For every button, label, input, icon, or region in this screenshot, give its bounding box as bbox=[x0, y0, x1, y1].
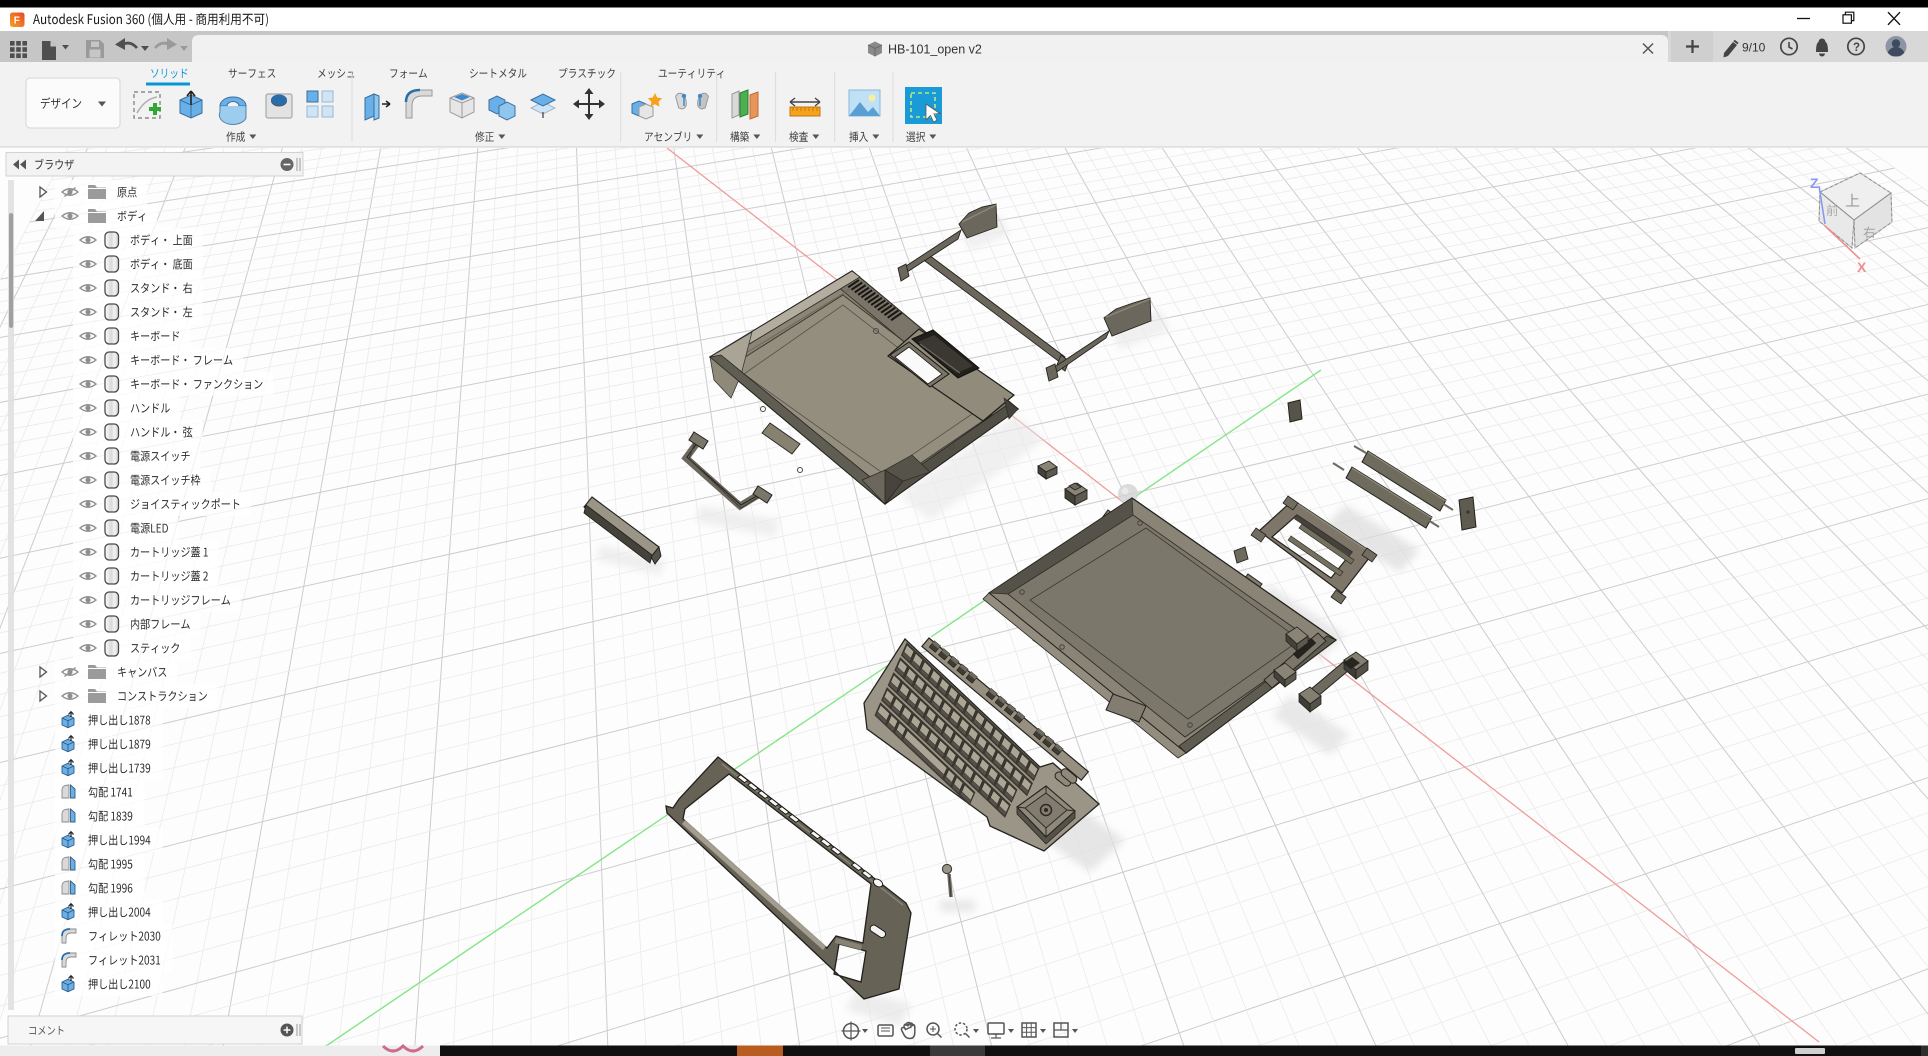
svg-text:?: ? bbox=[1853, 42, 1860, 54]
svg-text:X: X bbox=[1857, 259, 1867, 275]
svg-text:9/10: 9/10 bbox=[1742, 41, 1766, 55]
svg-text:HB-101_open v2: HB-101_open v2 bbox=[888, 43, 982, 57]
svg-text:Z: Z bbox=[1810, 175, 1819, 191]
svg-text:F: F bbox=[14, 16, 20, 27]
